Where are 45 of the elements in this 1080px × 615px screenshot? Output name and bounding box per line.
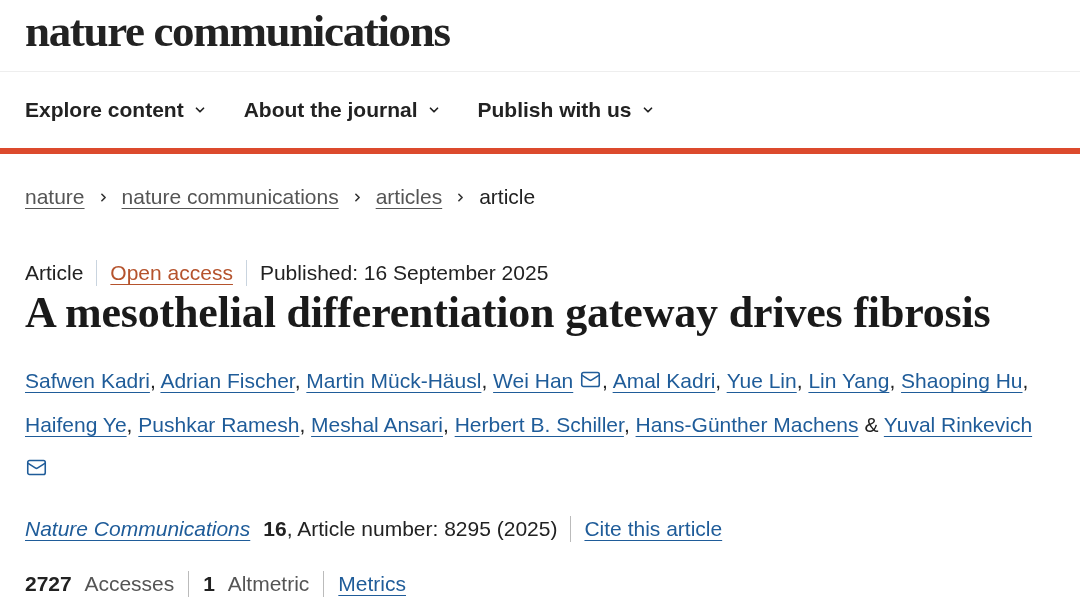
metric-text: 1 Altmetric [203,571,310,598]
breadcrumb-link[interactable]: articles [375,181,443,213]
author-link[interactable]: Shaoping Hu [901,369,1023,392]
cite-article-link[interactable]: Cite this article [584,513,723,545]
nav-menu-button[interactable]: Explore content [25,94,207,126]
author-link[interactable]: Yuval Rinkevich [883,413,1033,436]
punctuation-text: , [149,369,156,392]
author-link[interactable]: Wei Han [493,369,574,392]
published-date: Published: 16 September 2025 [259,260,549,287]
punctuation-text: , [796,369,803,392]
nav-menu-button[interactable]: Publish with us [477,94,655,126]
breadcrumb-link[interactable]: nature [25,181,85,213]
author-link[interactable]: Meshal Ansari [311,413,443,436]
author-link[interactable]: Adrian Fischer [160,369,295,392]
author-link[interactable]: Martin Mück-Häusl [306,369,482,392]
metric-text: 2727 Accesses [25,571,175,598]
punctuation-text: , [481,369,488,392]
breadcrumb-link[interactable]: nature communications [121,181,339,213]
article-type-label: Article [25,260,84,287]
punctuation-text: , [126,413,133,436]
punctuation-text: , [602,369,608,392]
open-access-link[interactable]: Open access [110,257,233,289]
punctuation-text: , [442,413,449,436]
envelope-icon[interactable] [579,369,603,390]
metrics-link[interactable]: Metrics [338,568,406,600]
author-link[interactable]: Safwen Kadri [25,369,150,392]
envelope-icon[interactable] [25,457,48,478]
punctuation-text: , [1022,369,1029,392]
punctuation-text: , [299,413,306,436]
punctuation-text: , [715,369,722,392]
author-link[interactable]: Hans-Günther Machens [635,413,859,436]
author-link[interactable]: Amal Kadri [612,369,716,392]
conjunction-text: & [864,413,879,436]
author-link[interactable]: Lin Yang [808,369,890,392]
nav-menu-button[interactable]: About the journal [243,94,441,126]
breadcrumb-current: article [479,184,536,211]
journal-link[interactable]: Nature Communications [25,513,251,545]
author-link[interactable]: Herbert B. Schiller [454,413,624,436]
author-link[interactable]: Pushkar Ramesh [138,413,300,436]
journal-logo[interactable]: nature communications [25,8,450,54]
punctuation-text: , [889,369,896,392]
article-number-text: 16, Article number: 8295 (2025) [263,516,558,543]
author-link[interactable]: Haifeng Ye [25,413,127,436]
author-link[interactable]: Yue Lin [726,369,797,392]
article-title: A mesothelial differentiation gateway drives fibrosis [25,291,992,335]
